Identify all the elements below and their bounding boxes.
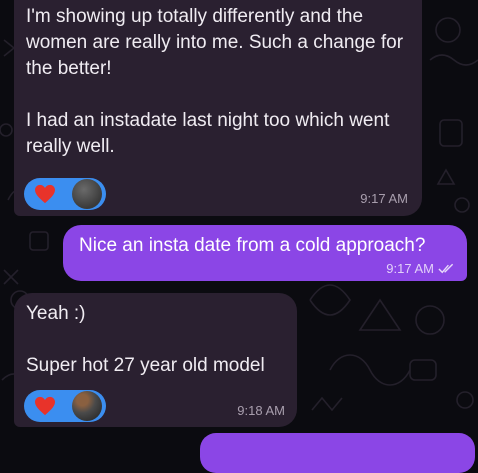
reaction-pill[interactable] — [24, 390, 106, 422]
outgoing-message[interactable]: Nice an insta date from a cold approach?… — [63, 225, 467, 281]
message-timestamp: 9:17 AM — [386, 261, 434, 276]
message-text: Yeah :) Super hot 27 year old model — [26, 303, 265, 376]
double-check-icon — [438, 263, 454, 274]
message-text: Nice an insta date from a cold approach? — [79, 235, 426, 256]
reactor-avatar — [72, 391, 102, 421]
message-text: I'm showing up totally differently and t… — [26, 6, 404, 157]
reactor-avatar — [72, 179, 102, 209]
incoming-message[interactable]: I'm showing up totally differently and t… — [14, 0, 422, 216]
message-timestamp: 9:17 AM — [360, 191, 408, 206]
message-meta: 9:17 AM — [386, 261, 455, 276]
heart-icon — [35, 184, 55, 204]
incoming-message[interactable]: Yeah :) Super hot 27 year old model 9:18… — [14, 293, 297, 427]
heart-icon — [35, 396, 55, 416]
reaction-pill[interactable] — [24, 178, 106, 210]
outgoing-message[interactable] — [200, 433, 475, 473]
message-timestamp: 9:18 AM — [237, 403, 285, 418]
